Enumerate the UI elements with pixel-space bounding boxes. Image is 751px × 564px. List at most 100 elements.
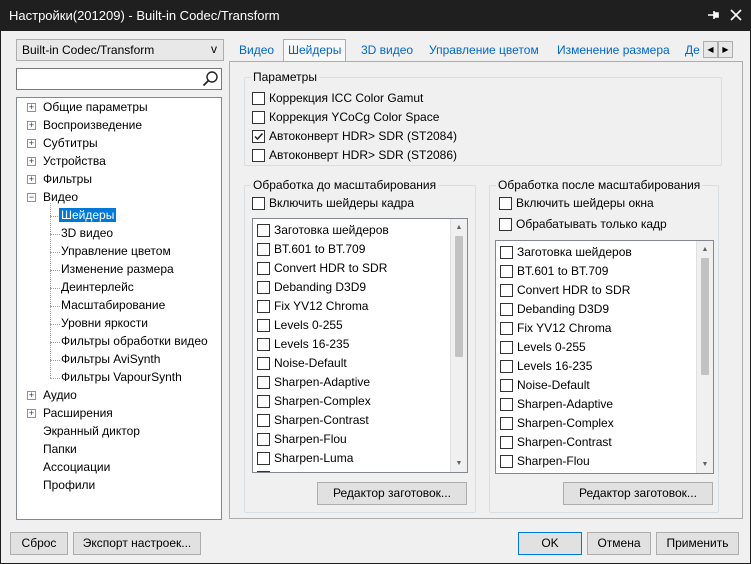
tree-item-label: Профили bbox=[43, 478, 96, 492]
tree-expander-icon[interactable]: + bbox=[27, 175, 36, 184]
tree-item[interactable]: Экранный диктор bbox=[27, 423, 217, 441]
tree-expander-icon[interactable]: + bbox=[27, 409, 36, 418]
tree-item[interactable]: Изменение размера bbox=[59, 261, 219, 279]
shader-list-item-label: Sharpen-Luma bbox=[517, 473, 596, 474]
checkbox-box[interactable] bbox=[257, 224, 270, 237]
post-preset-editor-button[interactable]: Редактор заготовок... bbox=[563, 482, 713, 505]
pre-preset-editor-button[interactable]: Редактор заготовок... bbox=[317, 482, 467, 505]
tree-item[interactable]: + Фильтры bbox=[27, 171, 217, 189]
checkbox-box[interactable] bbox=[500, 265, 513, 278]
checkbox-box[interactable] bbox=[252, 92, 265, 105]
checkbox-box[interactable] bbox=[499, 218, 512, 231]
checkbox-box[interactable] bbox=[500, 455, 513, 468]
tree-item[interactable]: + Аудио bbox=[27, 387, 217, 405]
checkbox-box[interactable] bbox=[252, 197, 265, 210]
tree-expander-icon[interactable]: + bbox=[27, 391, 36, 400]
tree-item[interactable]: Управление цветом bbox=[59, 243, 219, 261]
post-list-scrollbar[interactable]: ▲ ▼ bbox=[696, 241, 713, 473]
tree-item[interactable]: + Устройства bbox=[27, 153, 217, 171]
checkbox-box[interactable] bbox=[257, 433, 270, 446]
tree-item[interactable]: + Субтитры bbox=[27, 135, 217, 153]
checkbox-box[interactable] bbox=[500, 360, 513, 373]
tree-expander-icon[interactable]: + bbox=[27, 157, 36, 166]
tree-item[interactable]: Фильтры VapourSynth bbox=[59, 369, 219, 387]
tree-expander-icon[interactable]: + bbox=[27, 139, 36, 148]
checkbox-box[interactable] bbox=[257, 471, 270, 472]
tree-item[interactable]: Ассоциации bbox=[27, 459, 217, 477]
tab-shaders[interactable]: Шейдеры bbox=[283, 39, 347, 62]
checkbox-box[interactable] bbox=[257, 243, 270, 256]
tree-item-label: Изменение размера bbox=[61, 262, 174, 276]
checkbox-box[interactable] bbox=[252, 149, 265, 162]
tree-item[interactable]: Деинтерлейс bbox=[59, 279, 219, 297]
ok-button[interactable]: OK bbox=[518, 532, 582, 555]
tree-item[interactable]: Шейдеры bbox=[59, 207, 219, 225]
close-icon[interactable] bbox=[728, 6, 744, 24]
tree-item[interactable]: Фильтры AviSynth bbox=[59, 351, 219, 369]
scroll-down-icon[interactable]: ▼ bbox=[451, 455, 467, 472]
checkbox-box[interactable] bbox=[500, 322, 513, 335]
checkbox-box[interactable] bbox=[500, 246, 513, 259]
tab-video[interactable]: Видео bbox=[235, 41, 278, 61]
checkbox-box[interactable] bbox=[257, 338, 270, 351]
checkbox-box[interactable] bbox=[252, 111, 265, 124]
tree-item[interactable]: + Расширения bbox=[27, 405, 217, 423]
tree-item[interactable]: 3D видео bbox=[59, 225, 219, 243]
apply-button[interactable]: Применить bbox=[656, 532, 739, 555]
tab-color-management[interactable]: Управление цветом bbox=[425, 41, 543, 61]
checkbox-box[interactable] bbox=[499, 197, 512, 210]
checkbox-box[interactable] bbox=[257, 300, 270, 313]
scroll-thumb[interactable] bbox=[455, 236, 463, 357]
tree-item[interactable]: Фильтры обработки видео bbox=[59, 333, 219, 351]
tree-item[interactable]: Уровни яркости bbox=[59, 315, 219, 333]
scroll-down-icon[interactable]: ▼ bbox=[697, 456, 713, 473]
scroll-thumb[interactable] bbox=[701, 258, 709, 375]
checkbox-box[interactable] bbox=[252, 130, 265, 143]
tree-expander-icon[interactable]: + bbox=[27, 103, 36, 112]
checkbox-box[interactable] bbox=[257, 414, 270, 427]
checkbox-box[interactable] bbox=[500, 341, 513, 354]
reset-button[interactable]: Сброс bbox=[10, 532, 68, 555]
tree-item[interactable]: Масштабирование bbox=[59, 297, 219, 315]
tree-item-label: Управление цветом bbox=[61, 244, 171, 258]
tree-expander-icon[interactable]: + bbox=[27, 121, 36, 130]
tab-3d-video[interactable]: 3D видео bbox=[357, 41, 417, 61]
checkbox-box[interactable] bbox=[257, 319, 270, 332]
pre-scale-shader-list[interactable]: Sharpen-SB Sharpen-Luma Sharpen-Flou Sharpe… bbox=[252, 218, 468, 473]
checkbox-box[interactable] bbox=[500, 398, 513, 411]
tree-expander-icon[interactable]: − bbox=[27, 193, 36, 202]
filter-combo[interactable]: Built-in Codec/Transform v bbox=[16, 39, 224, 61]
scroll-up-icon[interactable]: ▲ bbox=[697, 241, 713, 258]
tab-scroll-left-icon[interactable]: ◀ bbox=[703, 41, 718, 58]
checkbox-box[interactable] bbox=[500, 284, 513, 297]
tab-scroll-right-icon[interactable]: ▶ bbox=[718, 41, 733, 58]
checkbox-box[interactable] bbox=[257, 357, 270, 370]
pin-icon[interactable] bbox=[705, 6, 721, 24]
tree-item[interactable]: Профили bbox=[27, 477, 217, 495]
tree-item[interactable]: Папки bbox=[27, 441, 217, 459]
checkbox-box[interactable] bbox=[500, 417, 513, 430]
search-icon[interactable] bbox=[201, 70, 219, 88]
tree-item[interactable]: − Видео bbox=[27, 189, 217, 207]
pre-list-scrollbar[interactable]: ▲ ▼ bbox=[450, 219, 467, 472]
checkbox-box[interactable] bbox=[500, 379, 513, 392]
checkbox-box[interactable] bbox=[500, 303, 513, 316]
shader-list-item-label: Convert HDR to SDR bbox=[274, 261, 388, 275]
tree-item[interactable]: + Общие параметры bbox=[27, 99, 217, 117]
checkbox-box[interactable] bbox=[257, 262, 270, 275]
search-input[interactable] bbox=[16, 68, 222, 90]
shader-list-item-label: Levels 0-255 bbox=[517, 340, 586, 354]
tab-resize[interactable]: Изменение размера bbox=[553, 41, 674, 61]
checkbox-box[interactable] bbox=[257, 452, 270, 465]
scroll-up-icon[interactable]: ▲ bbox=[451, 219, 467, 236]
export-settings-button[interactable]: Экспорт настроек... bbox=[73, 532, 201, 555]
tab-deinterlace-truncated[interactable]: Де bbox=[681, 41, 704, 61]
tree-item[interactable]: + Воспроизведение bbox=[27, 117, 217, 135]
checkbox-box[interactable] bbox=[257, 281, 270, 294]
checkbox-box[interactable] bbox=[257, 376, 270, 389]
checkbox-box[interactable] bbox=[500, 436, 513, 449]
cancel-button[interactable]: Отмена bbox=[587, 532, 651, 555]
post-scale-shader-list[interactable]: Sharpen-Luma Sharpen-Flou Sharpen-Contrast… bbox=[495, 240, 714, 474]
checkbox-box[interactable] bbox=[257, 395, 270, 408]
settings-tree[interactable]: + Общие параметры + Воспроизведение + Субтитр… bbox=[16, 97, 222, 520]
